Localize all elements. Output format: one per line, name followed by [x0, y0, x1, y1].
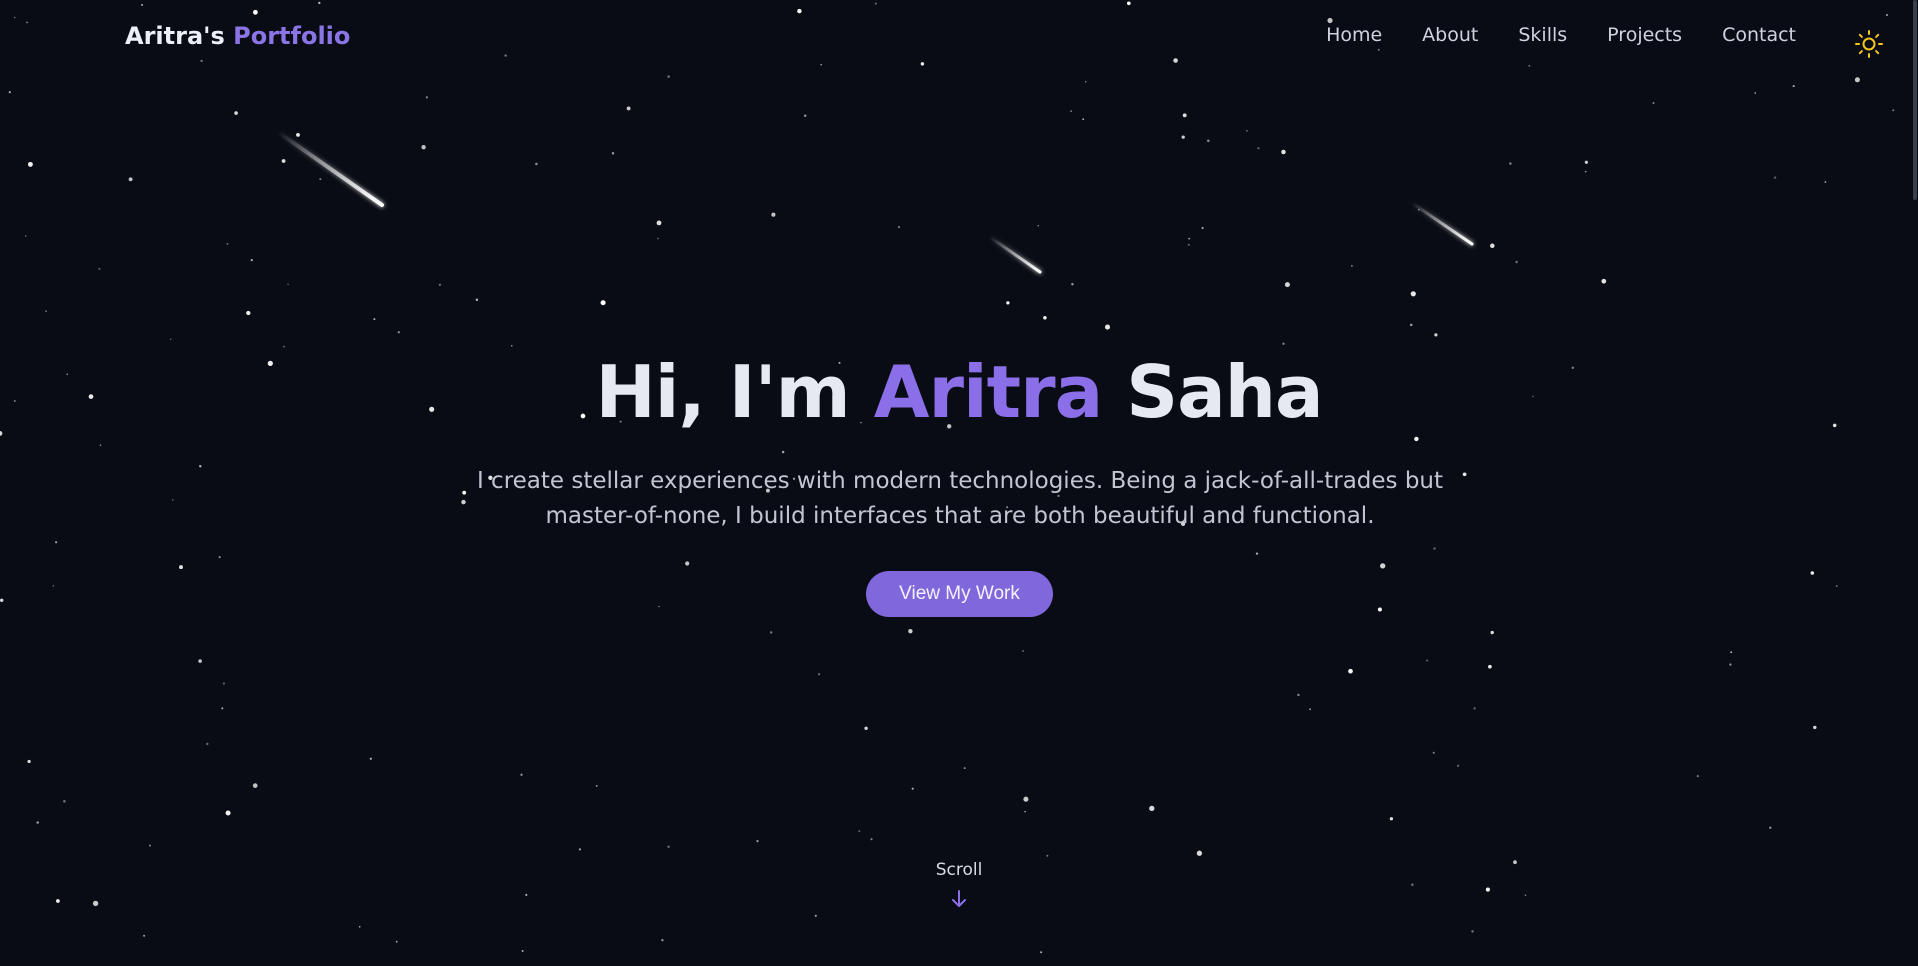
hero-section: Hi, I'm Aritra Saha I create stellar exp… — [0, 0, 1918, 966]
hero-greeting: Hi, I'm — [595, 350, 850, 434]
arrow-down-icon — [952, 890, 966, 907]
page: Aritra's Portfolio Home About Skills Pro… — [0, 0, 1918, 966]
hero-description: I create stellar experiences with modern… — [476, 468, 1444, 529]
scroll-indicator[interactable]: Scroll — [909, 860, 1009, 910]
view-my-work-button[interactable]: View My Work — [866, 571, 1053, 617]
scroll-label: Scroll — [935, 860, 983, 880]
hero-title: Hi, I'm Aritra Saha — [0, 350, 1918, 434]
hero-first-name: Aritra — [873, 350, 1103, 434]
page-scrollbar[interactable] — [1913, 0, 1917, 200]
hero-last-name: Saha — [1126, 350, 1323, 434]
